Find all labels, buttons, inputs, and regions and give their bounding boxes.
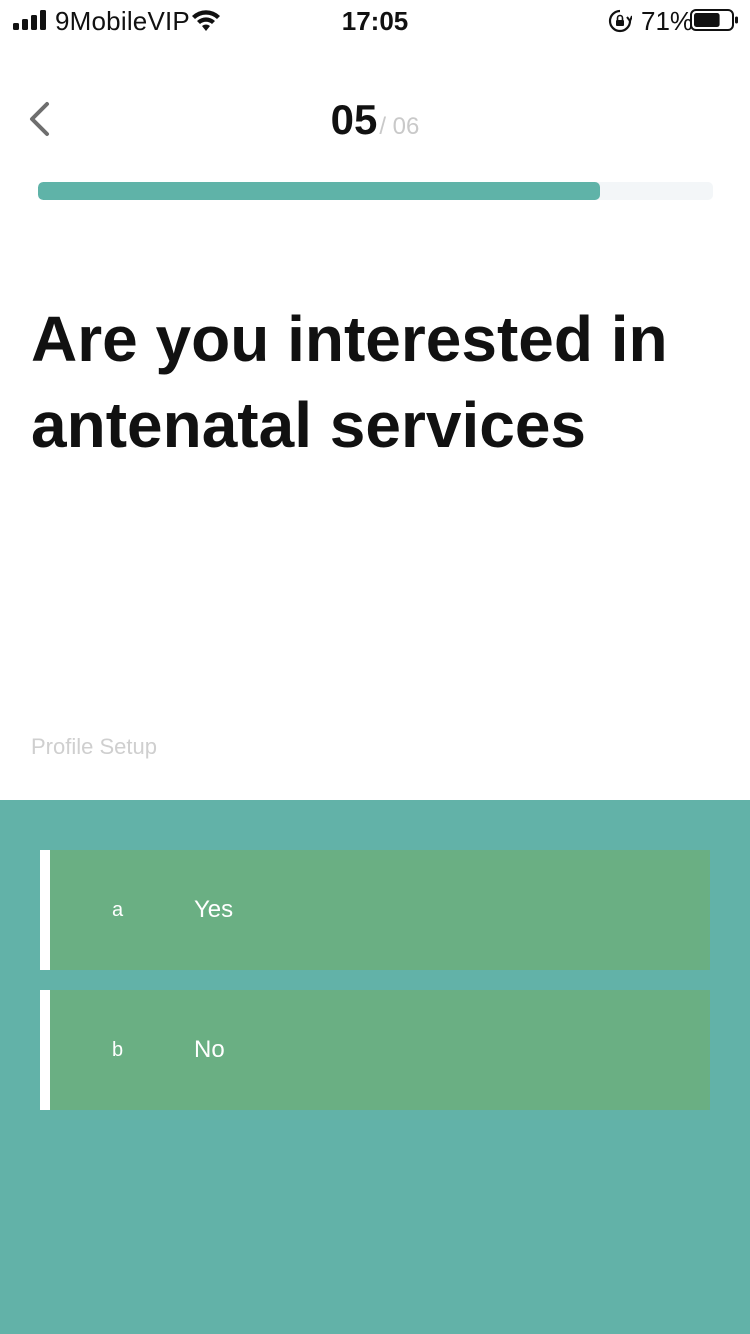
step-current: 05 bbox=[330, 96, 378, 143]
step-counter: 05/ 06 bbox=[0, 96, 750, 144]
option-letter: a bbox=[112, 899, 124, 921]
option-no[interactable]: b No bbox=[40, 990, 710, 1110]
step-total: / 06 bbox=[379, 113, 420, 140]
progress-fill bbox=[38, 182, 601, 200]
option-yes[interactable]: a Yes bbox=[40, 850, 710, 970]
question-title: Are you interested in antenatal services bbox=[31, 303, 668, 461]
section-label: Profile Setup bbox=[31, 734, 157, 759]
answers-panel: a Yes b No bbox=[0, 800, 750, 1334]
status-bar: 9MobileVIP 17:05 71% bbox=[0, 0, 750, 40]
option-label: Yes bbox=[194, 896, 234, 923]
rotation-lock-icon bbox=[608, 9, 632, 33]
status-time: 17:05 bbox=[341, 6, 409, 36]
battery-icon bbox=[690, 9, 738, 31]
progress-bar bbox=[38, 182, 713, 200]
option-label: No bbox=[194, 1036, 225, 1063]
option-letter: b bbox=[112, 1039, 124, 1061]
battery-percentage: 71% bbox=[641, 6, 694, 36]
